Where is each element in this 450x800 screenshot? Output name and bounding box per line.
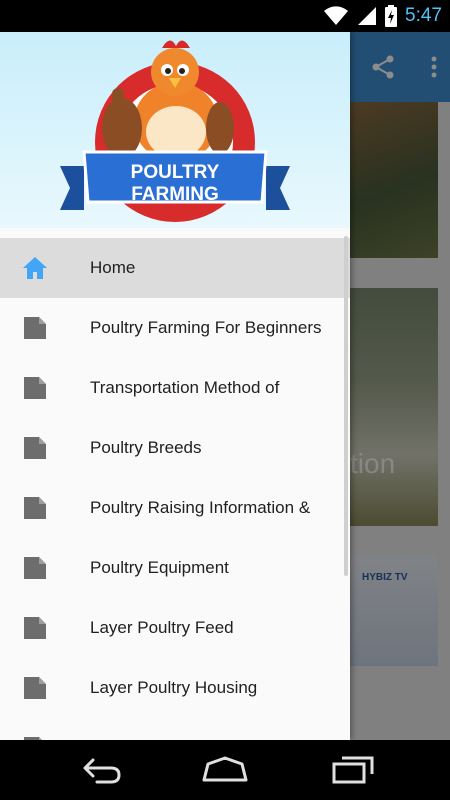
navigation-drawer: POULTRY FARMING Home Poultry Farming For… — [0, 32, 350, 740]
document-icon — [24, 437, 46, 459]
menu-item-label: Poultry Breeds — [90, 438, 202, 457]
menu-item-layer-poultry-housing[interactable]: Layer Poultry Housing — [0, 658, 350, 718]
document-icon — [24, 617, 46, 639]
document-icon — [24, 677, 46, 699]
signal-icon — [358, 7, 377, 25]
drawer-scrollbar[interactable] — [344, 236, 348, 576]
menu-item-home[interactable]: Home — [0, 238, 350, 298]
document-icon — [24, 557, 46, 579]
clock: 5:47 — [405, 5, 442, 26]
recent-apps-icon[interactable] — [328, 754, 378, 786]
menu-item-label: Layer Poultry Housing — [90, 678, 258, 697]
menu-item-transportation-method[interactable]: Transportation Method of — [0, 358, 350, 418]
status-bar: 5:47 — [0, 0, 450, 32]
menu-item-poultry-farming-for-beginners[interactable]: Poultry Farming For Beginners — [0, 298, 350, 358]
status-icons: 5:47 — [323, 0, 442, 32]
drawer-menu: Home Poultry Farming For Beginners Trans… — [0, 238, 350, 740]
menu-item-label: Transportation Method of — [90, 378, 280, 397]
document-icon — [24, 317, 46, 339]
menu-item-label: Home — [90, 258, 136, 277]
document-icon — [24, 497, 46, 519]
menu-item-layer-poultry-feed[interactable]: Layer Poultry Feed — [0, 598, 350, 658]
home-nav-icon[interactable] — [200, 754, 250, 786]
home-icon — [23, 257, 47, 279]
drawer-header: POULTRY FARMING — [0, 32, 350, 228]
wifi-icon — [324, 6, 349, 26]
menu-item-poultry-breeds[interactable]: Poultry Breeds — [0, 418, 350, 478]
menu-item-label: Poultry Farming For Beginners — [90, 318, 322, 337]
menu-item-label: Poultry Equipment — [90, 558, 229, 577]
menu-item-label: Layer Poultry Feed — [90, 618, 234, 637]
document-icon — [24, 377, 46, 399]
back-icon[interactable] — [75, 754, 125, 786]
menu-item-partial[interactable] — [0, 718, 350, 740]
battery-icon — [385, 5, 398, 27]
menu-item-poultry-equipment[interactable]: Poultry Equipment — [0, 538, 350, 598]
logo-title: POULTRY FARMING — [130, 162, 220, 205]
system-navigation-bar — [0, 740, 450, 800]
menu-item-label: Poultry Raising Information & — [90, 498, 311, 517]
menu-item-poultry-raising-information[interactable]: Poultry Raising Information & — [0, 478, 350, 538]
